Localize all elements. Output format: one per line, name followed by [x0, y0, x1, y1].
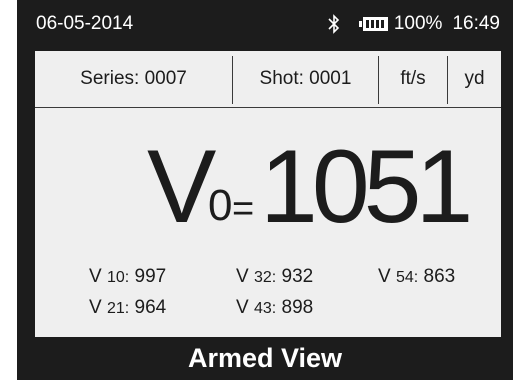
distance-unit: yd [464, 68, 485, 89]
velocity-subscript: 0 [208, 181, 233, 230]
status-bar: 06-05-2014 100% 16:49 [17, 0, 513, 50]
info-bar-underline [35, 107, 501, 108]
series-label: Series: 0007 [80, 68, 187, 89]
bluetooth-icon [328, 14, 339, 34]
velocity-item: V 21: 964 [89, 297, 167, 318]
info-bar: Series: 0007 Shot: 0001 ft/s yd [35, 51, 501, 108]
status-time: 16:49 [452, 13, 500, 34]
battery-percent: 100% [393, 13, 443, 34]
status-date: 06-05-2014 [36, 13, 134, 34]
speed-unit: ft/s [400, 68, 426, 89]
velocity-item: V 32: 932 [236, 266, 314, 287]
view-title: Armed View [187, 343, 343, 373]
battery-icon [358, 17, 388, 31]
muzzle-velocity-value: 1051 [260, 129, 473, 245]
velocity-item: V 43: 898 [236, 297, 314, 318]
velocity-symbol: V [147, 129, 216, 245]
shot-label: Shot: 0001 [259, 68, 352, 89]
velocity-item: V 10: 997 [89, 266, 167, 287]
device-frame: 06-05-2014 100% 16:49 Series: 0007 Shot:… [17, 0, 513, 380]
main-screen: Series: 0007 Shot: 0001 ft/s yd V 0 = 10… [35, 51, 501, 337]
velocity-item: V 54: 863 [378, 266, 456, 287]
velocity-equals: = [232, 188, 255, 230]
status-indicators: 100% 16:49 [327, 13, 500, 35]
